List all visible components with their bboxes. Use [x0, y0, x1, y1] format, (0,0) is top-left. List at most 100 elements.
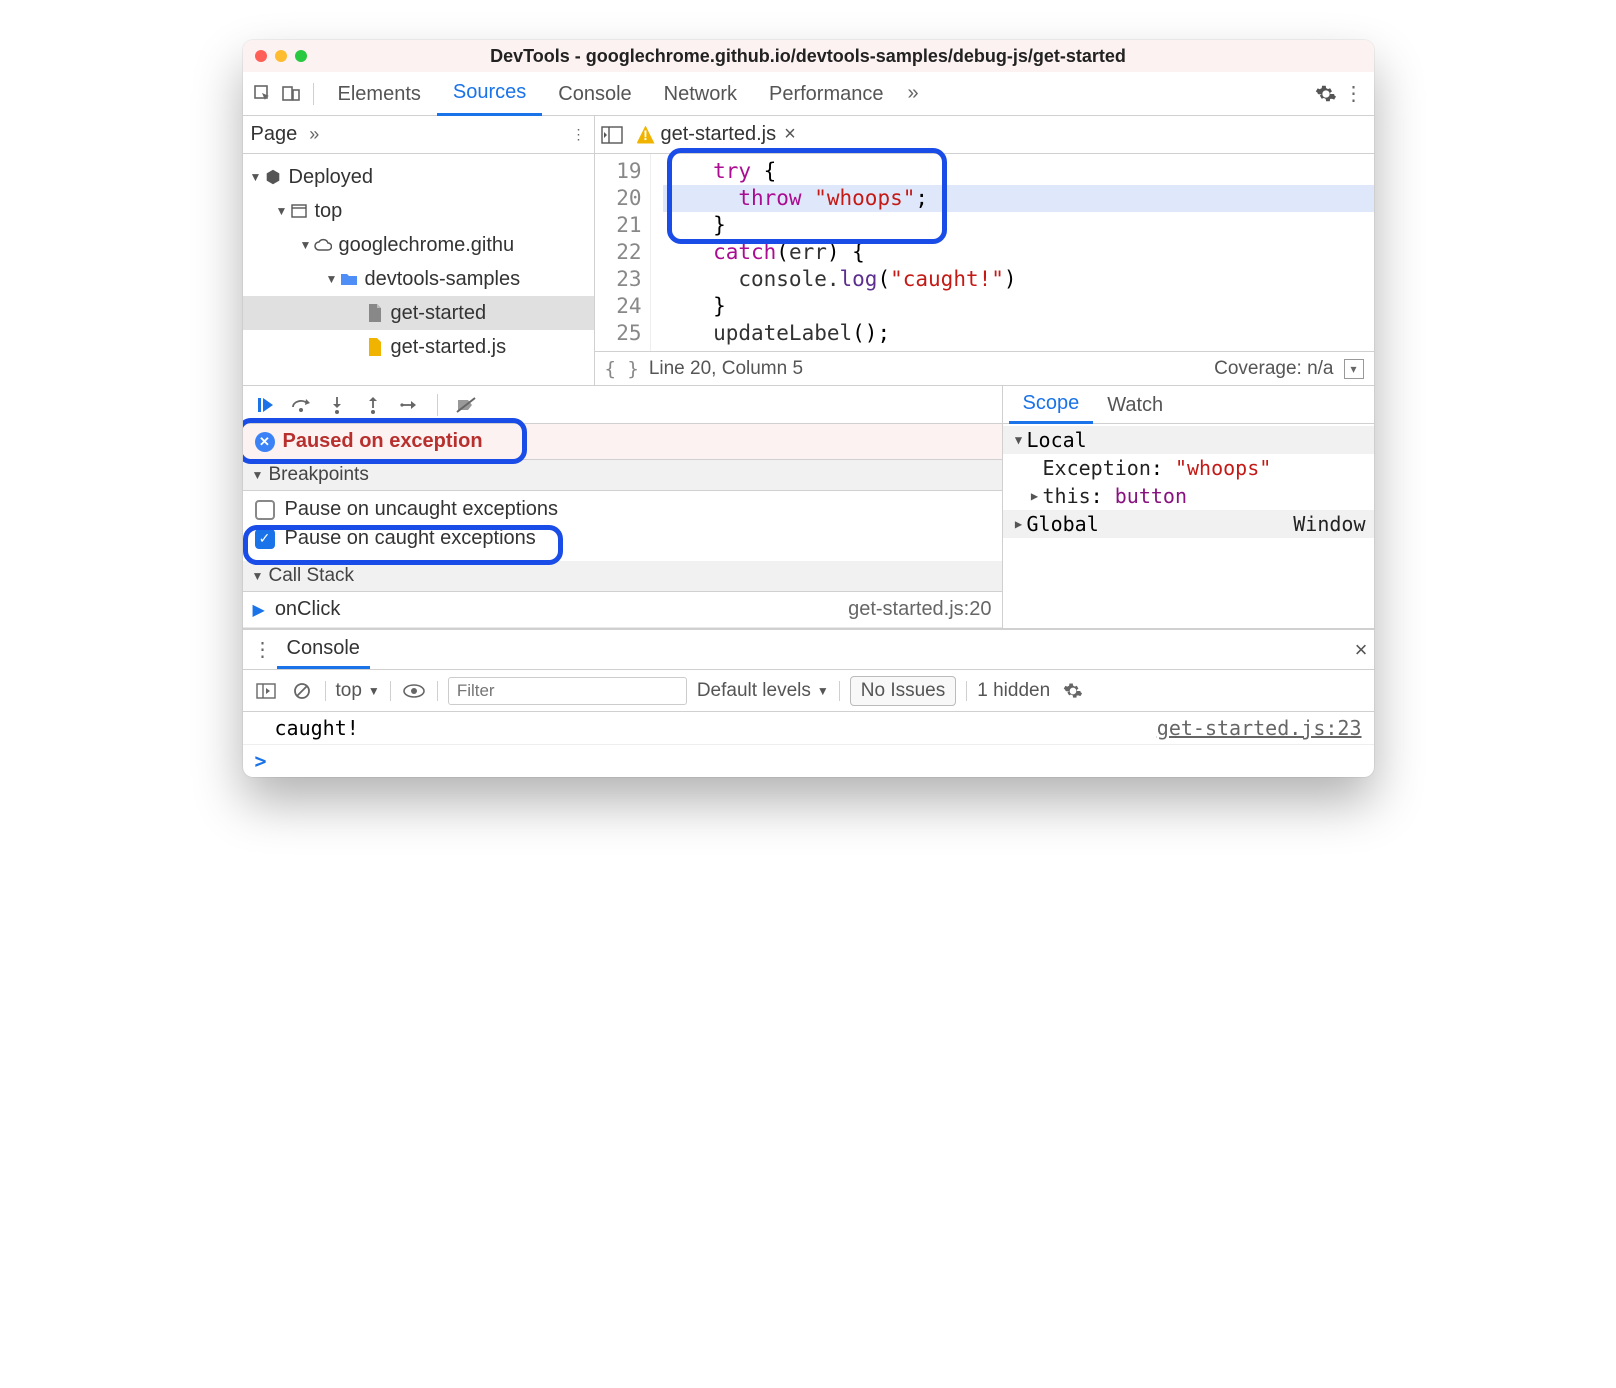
scope-exception[interactable]: Exception: "whoops"	[1003, 454, 1374, 482]
step-icon[interactable]	[393, 389, 425, 421]
scope-global-value: Window	[1293, 510, 1365, 538]
annotation-highlight-caught	[243, 525, 563, 565]
folder-icon	[339, 269, 359, 289]
more-navigator-icon[interactable]: »	[309, 124, 319, 145]
toggle-sidebar-icon[interactable]	[253, 678, 279, 704]
console-prompt[interactable]: >	[243, 745, 1374, 777]
separator	[437, 681, 438, 701]
console-drawer: ⋮ Console × top▼ Default levels▼ No Issu…	[243, 629, 1374, 777]
file-tab-label: get-started.js	[661, 123, 777, 146]
tab-network[interactable]: Network	[648, 73, 753, 115]
breakpoints-header[interactable]: ▼Breakpoints	[243, 460, 1002, 491]
navigator-kebab-icon[interactable]: ⋮	[572, 126, 586, 143]
gear-icon[interactable]	[1312, 80, 1340, 108]
live-expression-icon[interactable]	[401, 678, 427, 704]
deactivate-breakpoints-icon[interactable]	[450, 389, 482, 421]
line-gutter: 19202122232425	[595, 154, 651, 351]
traffic-lights	[255, 50, 307, 62]
navigator: Page » ⋮ ▼ Deployed ▼ top ▼ goog	[243, 116, 595, 385]
section-label: Call Stack	[269, 565, 355, 587]
console-settings-icon[interactable]	[1060, 678, 1086, 704]
close-tab-icon[interactable]: ×	[784, 123, 796, 146]
tree-top[interactable]: ▼ top	[243, 194, 594, 228]
section-label: Breakpoints	[269, 464, 369, 486]
scope-local[interactable]: ▼Local	[1003, 426, 1374, 454]
levels-label: Default levels	[697, 680, 811, 702]
tab-scope[interactable]: Scope	[1009, 385, 1094, 424]
debugger-pane: ✕ Paused on exception ▼Breakpoints Pause…	[243, 386, 1374, 629]
devtools-window: DevTools - googlechrome.github.io/devtoo…	[243, 40, 1374, 777]
callstack-frame[interactable]: ▶ onClick get-started.js:20	[243, 592, 1002, 628]
checkbox-label: Pause on uncaught exceptions	[285, 498, 559, 521]
tab-console[interactable]: Console	[542, 73, 647, 115]
current-frame-icon: ▶	[253, 600, 265, 620]
coverage-dropdown-icon[interactable]: ▾	[1344, 359, 1364, 379]
prop-value: "whoops"	[1175, 454, 1271, 482]
hidden-count: 1 hidden	[977, 680, 1050, 702]
document-icon	[365, 303, 385, 323]
tree-deployed[interactable]: ▼ Deployed	[243, 160, 594, 194]
pause-uncaught-row[interactable]: Pause on uncaught exceptions	[253, 495, 992, 524]
step-out-icon[interactable]	[357, 389, 389, 421]
log-levels-selector[interactable]: Default levels▼	[697, 680, 829, 702]
code-view[interactable]: 19202122232425 try { throw "whoops"; } c…	[595, 154, 1374, 351]
cube-icon	[263, 167, 283, 187]
more-tabs-icon[interactable]: »	[900, 82, 927, 105]
device-toggle-icon[interactable]	[277, 80, 305, 108]
coverage-label: Coverage: n/a	[1214, 358, 1333, 380]
step-over-icon[interactable]	[285, 389, 317, 421]
navigator-header: Page » ⋮	[243, 116, 594, 154]
minimize-window-button[interactable]	[275, 50, 287, 62]
prop-value: button	[1115, 482, 1187, 510]
file-tree: ▼ Deployed ▼ top ▼ googlechrome.githu ▼	[243, 154, 594, 364]
tree-file-js[interactable]: get-started.js	[243, 330, 594, 364]
toggle-navigator-icon[interactable]	[601, 126, 629, 144]
pretty-print-icon[interactable]: { }	[605, 358, 639, 380]
cursor-position: Line 20, Column 5	[649, 358, 803, 380]
scope-this[interactable]: ▶ this: button	[1003, 482, 1374, 510]
tree-label: googlechrome.githu	[339, 234, 515, 257]
console-filter-input[interactable]	[448, 677, 687, 705]
step-into-icon[interactable]	[321, 389, 353, 421]
tree-label: get-started	[391, 302, 487, 325]
issues-button[interactable]: No Issues	[850, 676, 956, 706]
drawer-kebab-icon[interactable]: ⋮	[249, 637, 277, 662]
scope-label: Global	[1027, 510, 1099, 538]
kebab-icon[interactable]: ⋮	[1340, 80, 1368, 108]
log-source[interactable]: get-started.js:23	[1157, 716, 1362, 740]
annotation-highlight-paused	[243, 418, 527, 464]
paused-banner: ✕ Paused on exception	[243, 424, 1002, 460]
window-title: DevTools - googlechrome.github.io/devtoo…	[307, 46, 1310, 67]
page-tab[interactable]: Page	[251, 123, 298, 146]
tab-elements[interactable]: Elements	[322, 73, 437, 115]
console-log-row[interactable]: caught! get-started.js:23	[243, 712, 1374, 745]
close-window-button[interactable]	[255, 50, 267, 62]
checkbox-unchecked[interactable]	[255, 500, 275, 520]
clear-console-icon[interactable]	[289, 678, 315, 704]
tab-performance[interactable]: Performance	[753, 73, 900, 115]
drawer-tab-console[interactable]: Console	[277, 630, 370, 669]
callstack-header[interactable]: ▼Call Stack	[243, 561, 1002, 592]
context-selector[interactable]: top▼	[336, 680, 380, 702]
tree-label: Deployed	[289, 166, 374, 189]
tree-file-doc[interactable]: get-started	[243, 296, 594, 330]
prop-name: this	[1043, 482, 1091, 510]
frame-location: get-started.js:20	[848, 598, 991, 621]
inspect-icon[interactable]	[249, 80, 277, 108]
separator	[966, 681, 967, 701]
tab-watch[interactable]: Watch	[1093, 387, 1177, 423]
log-message: caught!	[275, 716, 359, 740]
prop-name: Exception	[1043, 454, 1151, 482]
frame-name: onClick	[275, 598, 341, 621]
tab-sources[interactable]: Sources	[437, 71, 542, 116]
main-tabbar: Elements Sources Console Network Perform…	[243, 72, 1374, 116]
close-drawer-icon[interactable]: ×	[1355, 637, 1368, 663]
scope-global[interactable]: ▶Global Window	[1003, 510, 1374, 538]
resume-icon[interactable]	[249, 389, 281, 421]
zoom-window-button[interactable]	[295, 50, 307, 62]
context-label: top	[336, 680, 362, 702]
tree-domain[interactable]: ▼ googlechrome.githu	[243, 228, 594, 262]
titlebar: DevTools - googlechrome.github.io/devtoo…	[243, 40, 1374, 72]
separator	[390, 681, 391, 701]
tree-folder[interactable]: ▼ devtools-samples	[243, 262, 594, 296]
